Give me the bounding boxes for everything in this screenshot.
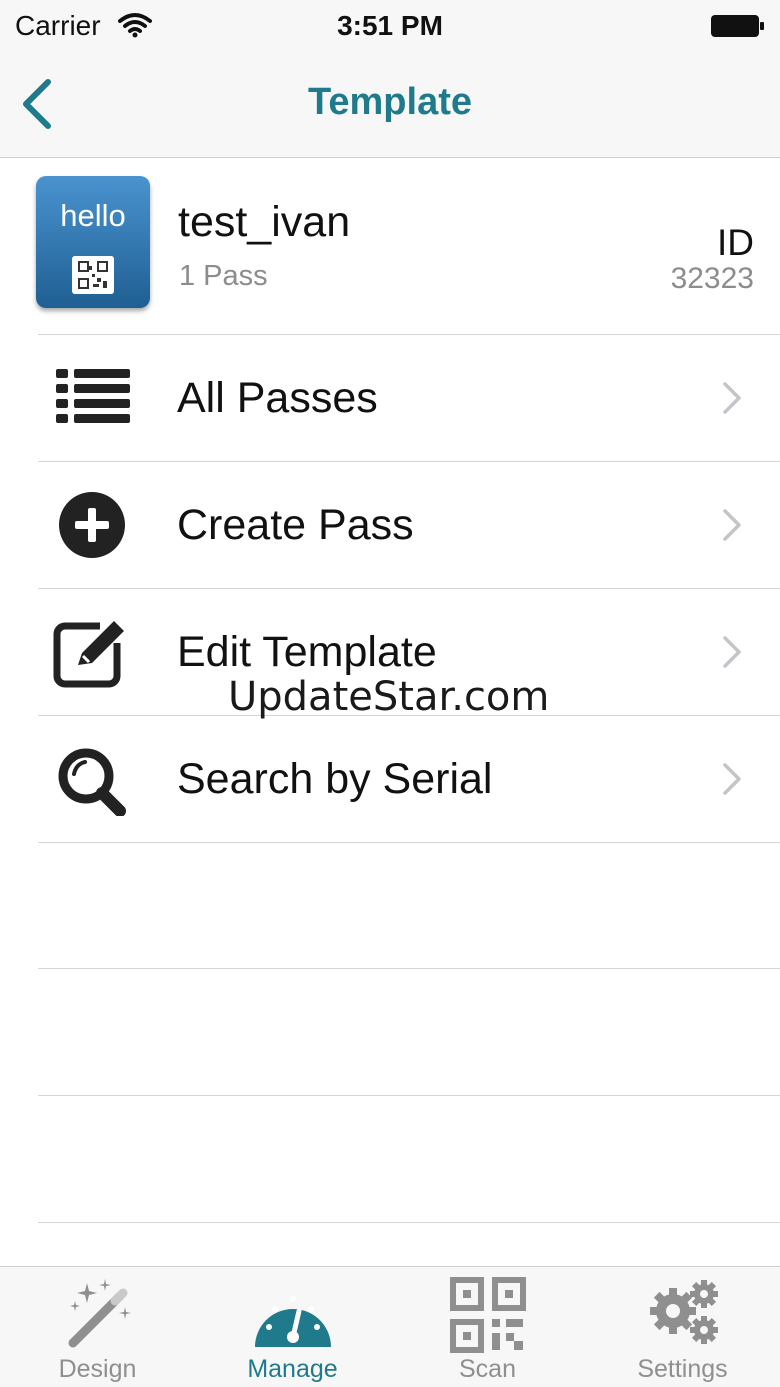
- pass-thumbnail: hello: [36, 176, 150, 308]
- divider: [38, 842, 780, 843]
- menu-item-label: Search by Serial: [177, 755, 493, 803]
- template-header: hello test_ivan 1 Pass ID 32323: [0, 158, 780, 335]
- tab-label: Design: [58, 1355, 137, 1383]
- menu-item-all-passes[interactable]: All Passes: [0, 335, 780, 462]
- template-name: test_ivan: [178, 198, 351, 246]
- tab-label: Scan: [459, 1355, 516, 1383]
- tab-label: Manage: [247, 1355, 338, 1383]
- tab-scan[interactable]: Scan: [390, 1267, 585, 1387]
- navigation-bar: Template: [0, 52, 780, 158]
- menu-item-label: Create Pass: [177, 501, 414, 549]
- watermark-text: UpdateStar.com: [228, 674, 550, 720]
- tab-label: Settings: [637, 1355, 728, 1383]
- status-bar: Carrier 3:51 PM: [0, 0, 780, 52]
- pass-thumbnail-text: hello: [60, 198, 126, 233]
- gears-icon: [649, 1280, 718, 1344]
- menu-item-create-pass[interactable]: Create Pass: [0, 462, 780, 589]
- status-time: 3:51 PM: [337, 10, 443, 41]
- chevron-right-icon: [723, 636, 741, 668]
- menu-item-label: Edit Template: [177, 628, 437, 676]
- id-label: ID: [717, 222, 754, 263]
- qr-code-icon: [72, 256, 114, 294]
- divider: [38, 1095, 780, 1096]
- pass-count: 1 Pass: [179, 260, 268, 292]
- chevron-right-icon: [723, 763, 741, 795]
- search-icon: [58, 748, 126, 816]
- edit-icon: [53, 621, 130, 688]
- page-title: Template: [307, 81, 472, 123]
- tab-design[interactable]: Design: [0, 1267, 195, 1387]
- speedometer-icon: [254, 1296, 331, 1347]
- id-value: 32323: [670, 262, 754, 295]
- tab-settings[interactable]: Settings: [585, 1267, 780, 1387]
- tab-manage[interactable]: Manage: [195, 1267, 390, 1387]
- divider: [38, 968, 780, 969]
- magic-wand-icon: [68, 1279, 131, 1348]
- chevron-right-icon: [723, 509, 741, 541]
- menu-item-search-by-serial[interactable]: Search by Serial: [0, 716, 780, 843]
- chevron-right-icon: [723, 382, 741, 414]
- menu-item-label: All Passes: [177, 374, 378, 422]
- list-icon: [56, 369, 130, 423]
- battery-icon: [711, 15, 764, 37]
- qr-code-icon: [449, 1277, 526, 1353]
- divider: [38, 1222, 780, 1223]
- tab-bar: Design Manage Scan Settings: [0, 1266, 780, 1387]
- plus-circle-icon: [59, 492, 125, 558]
